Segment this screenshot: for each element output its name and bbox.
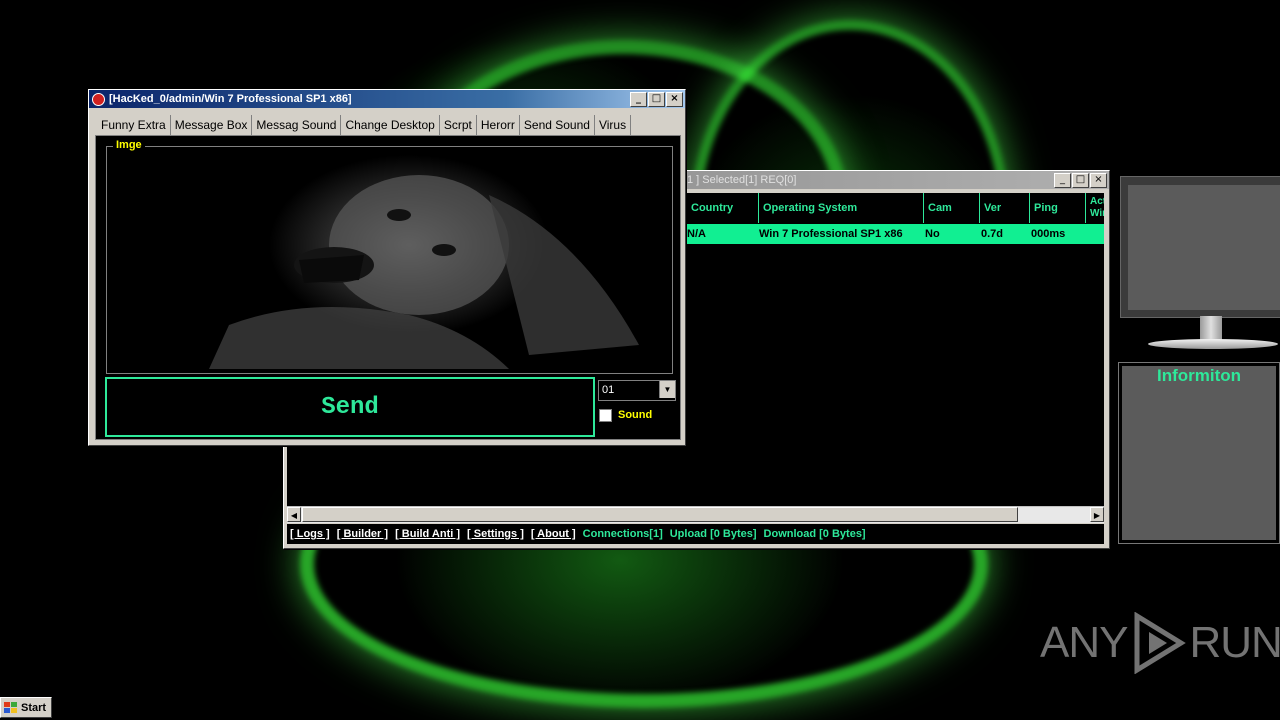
watermark-right-text: RUN <box>1189 618 1280 667</box>
build-anti-link[interactable]: [ Build Anti ] <box>395 528 460 540</box>
connections-status: Connections[1] <box>582 528 663 540</box>
rat-window-title: 1 ] Selected[1] REQ[0] <box>687 174 797 186</box>
number-select[interactable]: 01 ▼ <box>598 380 676 401</box>
column-header-country[interactable]: Country <box>687 193 759 223</box>
hack-window-title: [HacKed_0/admin/Win 7 Professional SP1 x… <box>109 93 352 105</box>
scroll-right-button[interactable]: ▶ <box>1090 507 1104 522</box>
minimize-button[interactable]: _ <box>630 91 647 107</box>
tab-message-sound[interactable]: Messag Sound <box>252 115 342 135</box>
tab-change-desktop[interactable]: Change Desktop <box>341 115 440 135</box>
column-header-os[interactable]: Operating System <box>759 193 924 223</box>
column-header-ping[interactable]: Ping <box>1030 193 1086 223</box>
start-label: Start <box>21 701 47 714</box>
hack-titlebar[interactable]: [HacKed_0/admin/Win 7 Professional SP1 x… <box>89 90 685 108</box>
tab-funny-extra[interactable]: Funny Extra <box>97 115 171 135</box>
tab-message-box[interactable]: Message Box <box>171 115 253 135</box>
settings-link[interactable]: [ Settings ] <box>467 528 524 540</box>
monitor-base <box>1148 339 1278 349</box>
scroll-thumb[interactable] <box>302 507 1018 522</box>
information-box: Informiton <box>1118 362 1280 544</box>
cell-cam: No <box>925 228 940 240</box>
image-groupbox: Imge <box>106 139 673 374</box>
minimize-button[interactable]: _ <box>1054 172 1071 188</box>
anyrun-watermark: ANY RUN <box>1040 612 1280 674</box>
start-button[interactable]: Start <box>0 697 52 718</box>
column-header-active-window[interactable]: Acti Win <box>1086 193 1104 223</box>
image-group-label: Imge <box>113 139 145 151</box>
sound-checkbox-label[interactable]: Sound <box>618 409 652 421</box>
client-info-panel: Informiton <box>1118 176 1280 544</box>
builder-link[interactable]: [ Builder ] <box>337 528 388 540</box>
windows-logo-icon <box>4 701 17 713</box>
upload-status: Upload [0 Bytes] <box>669 528 757 540</box>
status-bar: [ Logs ] [ Builder ] [ Build Anti ] [ Se… <box>287 524 1104 544</box>
close-button[interactable]: × <box>666 91 683 107</box>
monitor-icon <box>1120 176 1280 318</box>
horror-image-preview <box>109 155 669 369</box>
monitor-screen <box>1128 185 1280 310</box>
column-header-cam[interactable]: Cam <box>924 193 980 223</box>
number-select-value: 01 <box>602 384 615 396</box>
information-title: Informiton <box>1156 366 1242 385</box>
tab-script[interactable]: Scrpt <box>440 115 477 135</box>
information-box-body <box>1122 366 1276 540</box>
tab-horror[interactable]: Herorr <box>476 115 520 135</box>
cell-os: Win 7 Professional SP1 x86 <box>759 228 903 240</box>
cell-ping: 000ms <box>1031 228 1066 240</box>
send-button[interactable]: Send <box>105 377 595 437</box>
cell-ver: 0.7d <box>981 228 1004 240</box>
watermark-left-text: ANY <box>1040 618 1128 667</box>
monitor-stand <box>1200 316 1222 340</box>
about-link[interactable]: [ About ] <box>531 528 576 540</box>
tab-send-sound[interactable]: Send Sound <box>520 115 595 135</box>
horizontal-scrollbar[interactable]: ◀ ▶ <box>287 506 1104 523</box>
cell-country: N/A <box>687 228 706 240</box>
tab-virus[interactable]: Virus <box>595 115 632 135</box>
tab-strip: Funny Extra Message Box Messag Sound Cha… <box>97 115 657 135</box>
sound-checkbox[interactable] <box>599 409 612 422</box>
app-icon <box>92 92 105 106</box>
maximize-button[interactable]: □ <box>1072 172 1089 188</box>
download-status: Download [0 Bytes] <box>763 528 866 540</box>
horror-face-image <box>209 175 639 369</box>
horror-tab-panel: Imge Send 01 ▼ Sound <box>95 135 681 440</box>
scroll-left-button[interactable]: ◀ <box>287 507 301 522</box>
chevron-down-icon[interactable]: ▼ <box>659 381 675 398</box>
close-button[interactable]: × <box>1090 172 1107 188</box>
hack-control-window: [HacKed_0/admin/Win 7 Professional SP1 x… <box>88 89 686 446</box>
logs-link[interactable]: [ Logs ] <box>290 528 330 540</box>
play-logo-icon <box>1134 612 1187 674</box>
maximize-button[interactable]: □ <box>648 91 665 107</box>
column-header-ver[interactable]: Ver <box>980 193 1030 223</box>
